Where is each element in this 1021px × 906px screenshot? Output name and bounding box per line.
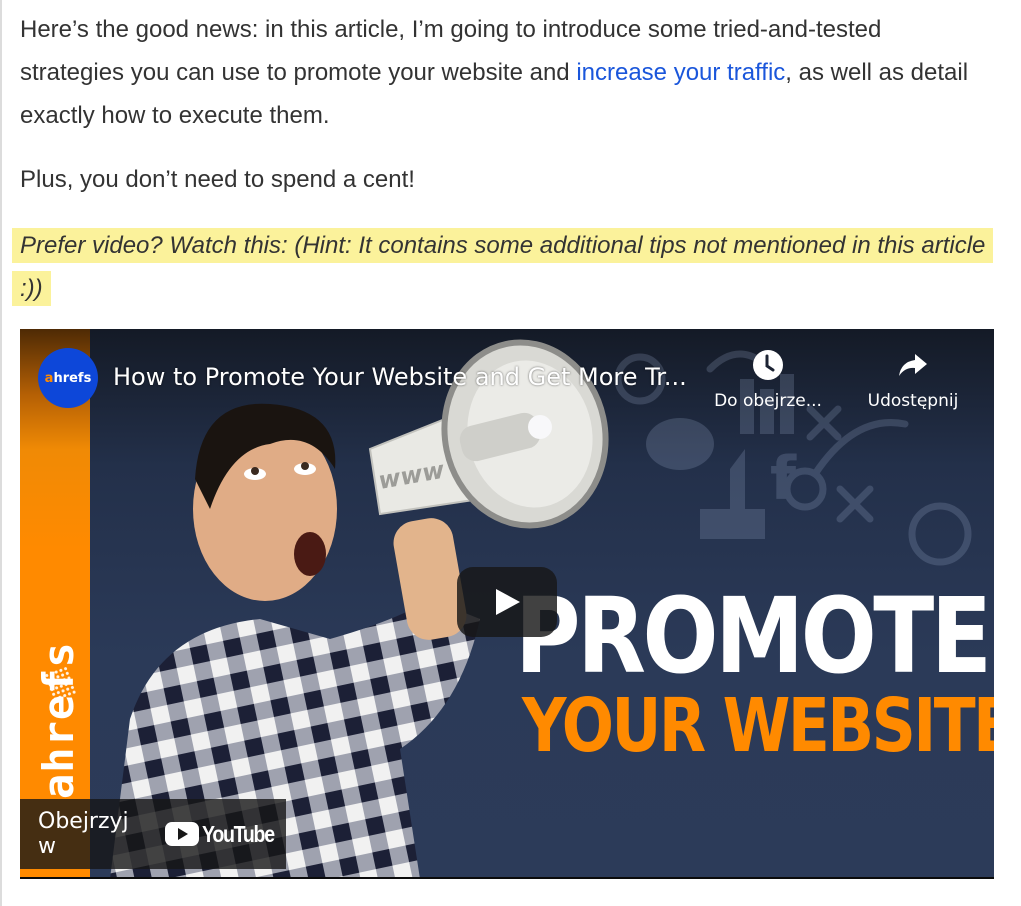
youtube-logo-icon: [164, 822, 199, 846]
svg-text:f: f: [770, 444, 797, 514]
intro-paragraph: Here’s the good news: in this article, I…: [20, 8, 990, 137]
youtube-wordmark: YouTube: [201, 820, 275, 847]
video-hint-paragraph: Prefer video? Watch this: (Hint: It cont…: [12, 224, 1000, 310]
ahrefs-channel-avatar[interactable]: a hrefs: [38, 348, 98, 408]
youtube-embed-player[interactable]: ahrefs f www a hrefs How to Promote Your…: [20, 329, 994, 879]
share-label: Udostępnij: [867, 391, 959, 411]
watch-later-button[interactable]: Do obejrze...: [708, 349, 828, 411]
channel-logo-accent: a: [44, 370, 54, 386]
increase-traffic-link[interactable]: increase your traffic: [576, 59, 785, 86]
ahrefs-vertical-wordmark: ahrefs: [34, 641, 83, 799]
clock-icon: [753, 350, 783, 380]
ahrefs-brand-side-bar: ahrefs: [20, 329, 90, 877]
thumbnail-headline-promote: PROMOTE: [515, 575, 992, 697]
thumbnail-headline-your-website: YOUR WEBSITE: [522, 683, 994, 769]
play-button[interactable]: [457, 567, 557, 637]
video-hint-highlight: Prefer video? Watch this: (Hint: It cont…: [12, 228, 994, 306]
play-icon: [496, 589, 520, 615]
youtube-logo: YouTube: [164, 820, 286, 848]
watch-later-label: Do obejrze...: [714, 391, 822, 411]
video-title-link[interactable]: How to Promote Your Website and Get More…: [113, 363, 687, 391]
no-cost-paragraph: Plus, you don’t need to spend a cent!: [20, 166, 415, 193]
watch-on-youtube-button[interactable]: Obejrzyj w YouTube: [20, 799, 286, 869]
channel-logo-text: hrefs: [53, 370, 92, 386]
share-arrow-icon: [899, 354, 927, 376]
share-button[interactable]: Udostępnij: [858, 349, 968, 411]
watch-on-label: Obejrzyj w: [38, 809, 129, 859]
content-left-border: [0, 0, 2, 906]
